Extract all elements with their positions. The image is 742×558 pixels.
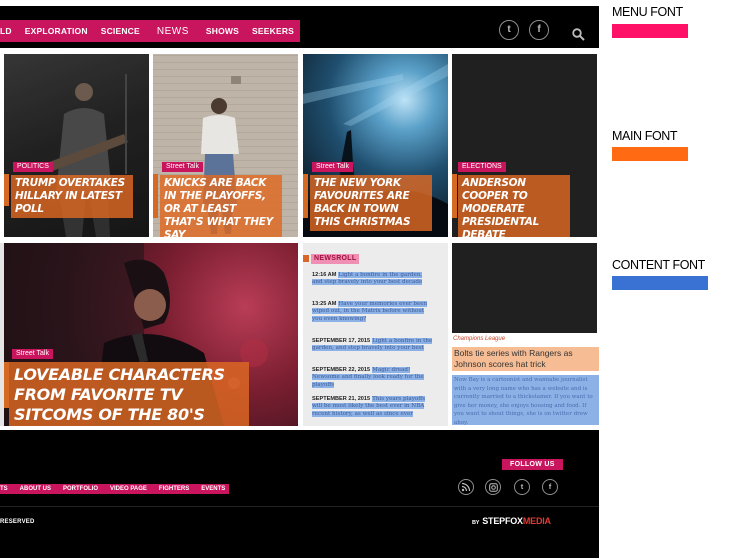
menu-item-news[interactable]: NEWS [157,26,189,37]
newsroll-item[interactable]: SEPTEMBER 21, 2015 This years playoffs wi… [312,396,434,418]
brand-logo[interactable]: BY STEPFOXMEDIA [472,516,551,526]
menu-item-ld[interactable]: LD [0,26,12,36]
headline[interactable]: TRUMP OVERTAKES HILLARY IN LATEST POLL [11,175,133,218]
newsroll-widget: NEWSROLL 12:16 AM Light a bonfire in the … [303,243,448,426]
headline[interactable]: THE NEW YORK FAVOURITES ARE BACK IN TOWN… [310,175,432,231]
headline[interactable]: ANDERSON COOPER TO MODERATE PRESIDENTAL … [458,175,570,237]
champions-card[interactable]: Champions League Bolts tie series with R… [452,333,599,426]
champions-body: Now Bay is a cartoonist and wannabe jour… [452,375,599,426]
news-card-knicks[interactable]: Street Talk KNICKS ARE BACK IN THE PLAYO… [153,54,298,237]
newsroll-title: NEWSROLL [311,254,360,264]
facebook-icon[interactable]: f [529,20,549,40]
brand-by: BY [472,520,480,526]
footer-divider [0,506,599,507]
footer: FOLLOW US TS ABOUT US PORTFOLIO VIDEO PA… [0,430,599,558]
newsroll-marker [303,255,309,262]
category-tag[interactable]: Street Talk [312,162,353,172]
top-navigation-bar: LD EXPLORATION SCIENCE NEWS SHOWS SEEKER… [0,6,599,48]
menu-item-seekers[interactable]: SEEKERS [252,26,294,36]
content-font-label: CONTENT FONT [612,258,705,272]
copyright-text: RESERVED [0,519,35,525]
category-tag[interactable]: POLITICS [13,162,53,172]
headline-accent [153,174,158,218]
footer-item-fighters[interactable]: FIGHTERS [159,486,189,492]
main-font-label: MAIN FONT [612,129,678,143]
main-menu: LD EXPLORATION SCIENCE NEWS SHOWS SEEKER… [0,20,301,42]
newsroll-item[interactable]: 12:16 AM Light a bonfire in the garden, a… [312,272,434,287]
ad-placeholder [452,243,597,333]
brand-name: STEPFOX [482,516,523,526]
footer-item-portfolio[interactable]: PORTFOLIO [63,486,98,492]
instagram-icon[interactable] [485,479,501,495]
menu-font-label: MENU FONT [612,5,683,19]
news-card-elections[interactable]: ELECTIONS ANDERSON COOPER TO MODERATE PR… [452,54,597,237]
category-tag[interactable]: Street Talk [162,162,203,172]
twitter-icon[interactable]: t [499,20,519,40]
main-font-swatch [612,147,688,161]
footer-item-ts[interactable]: TS [0,486,8,492]
headline[interactable]: LOVEABLE CHARACTERS FROM FAVORITE TV SIT… [9,362,249,426]
headline-accent [4,174,9,206]
brand-media: MEDIA [522,516,551,526]
follow-us-label: FOLLOW US [502,459,563,470]
page: { "nav": { "items": ["LD", "EXPLORATION"… [0,0,742,558]
newsroll-time: 12:16 AM [312,272,337,278]
newsroll-item[interactable]: 13:25 AM Have your memories ever been wip… [312,301,434,323]
footer-item-video-page[interactable]: VIDEO PAGE [110,486,147,492]
newsroll-time: SEPTEMBER 21, 2015 [312,396,371,402]
news-card-politics[interactable]: POLITICS TRUMP OVERTAKES HILLARY IN LATE… [4,54,149,237]
headline-accent [303,174,308,218]
news-card-new-york[interactable]: Street Talk THE NEW YORK FAVOURITES ARE … [303,54,448,237]
newsroll-time: 13:25 AM [312,301,337,307]
newsroll-item[interactable]: SEPTEMBER 22, 2015 Magic dread! Newsome a… [312,367,434,389]
search-icon[interactable] [572,28,585,41]
menu-item-science[interactable]: SCIENCE [101,26,140,36]
category-tag[interactable]: Street Talk [12,349,53,359]
footer-item-about[interactable]: ABOUT US [20,486,51,492]
content-font-swatch [612,276,708,290]
newsroll-item[interactable]: SEPTEMBER 17, 2015 Light a bonfire in the… [312,338,434,353]
footer-item-events[interactable]: EVENTS [201,486,225,492]
newsroll-time: SEPTEMBER 22, 2015 [312,367,371,373]
facebook-icon[interactable]: f [542,479,558,495]
champions-title[interactable]: Bolts tie series with Rangers as Johnson… [452,347,599,371]
feature-card[interactable]: Street Talk LOVEABLE CHARACTERS FROM FAV… [4,243,298,426]
footer-menu: TS ABOUT US PORTFOLIO VIDEO PAGE FIGHTER… [0,484,230,494]
menu-item-exploration[interactable]: EXPLORATION [25,26,88,36]
menu-item-shows[interactable]: SHOWS [206,26,239,36]
headline[interactable]: KNICKS ARE BACK IN THE PLAYOFFS, OR AT L… [160,175,282,237]
category-tag[interactable]: ELECTIONS [458,162,506,172]
twitter-icon[interactable]: t [514,479,530,495]
newsroll-time: SEPTEMBER 17, 2015 [312,338,371,344]
menu-font-swatch [612,24,688,38]
rss-icon[interactable] [458,479,474,495]
champions-label[interactable]: Champions League [453,336,505,342]
headline-accent [452,174,457,218]
